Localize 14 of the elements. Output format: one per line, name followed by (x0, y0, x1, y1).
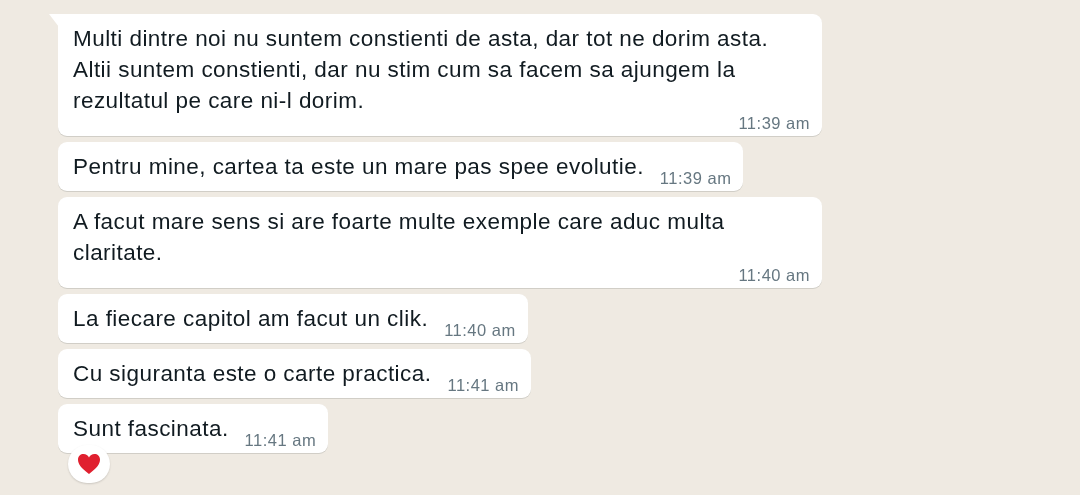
message-time: 11:40 am (443, 323, 516, 337)
message-text: Cu siguranta este o carte practica. (73, 360, 432, 388)
message-time: 11:40 am (737, 268, 810, 282)
message-time: 11:39 am (737, 116, 810, 130)
message-time: 11:41 am (446, 378, 519, 392)
message-text: Pentru mine, cartea ta este un mare pas spee evolutie. (73, 153, 644, 181)
message-text: Multi dintre noi nu suntem constienti de asta, dar tot ne dorim asta. Altii suntem constienti, dar nu stim cum sa facem sa ajungem la rezultatul pe care ni-l dorim. (73, 25, 770, 115)
message-time: 11:39 am (658, 171, 732, 185)
message-text: A facut mare sens si are foarte multe exemple care aduc multa claritate. (73, 208, 726, 267)
heart-icon (77, 453, 101, 475)
message-text: La fiecare capitol am facut un clik. (73, 305, 429, 333)
message-text: Sunt fascinata. (73, 415, 229, 443)
reaction-badge[interactable] (68, 445, 110, 483)
message-time: 11:41 am (243, 433, 317, 447)
